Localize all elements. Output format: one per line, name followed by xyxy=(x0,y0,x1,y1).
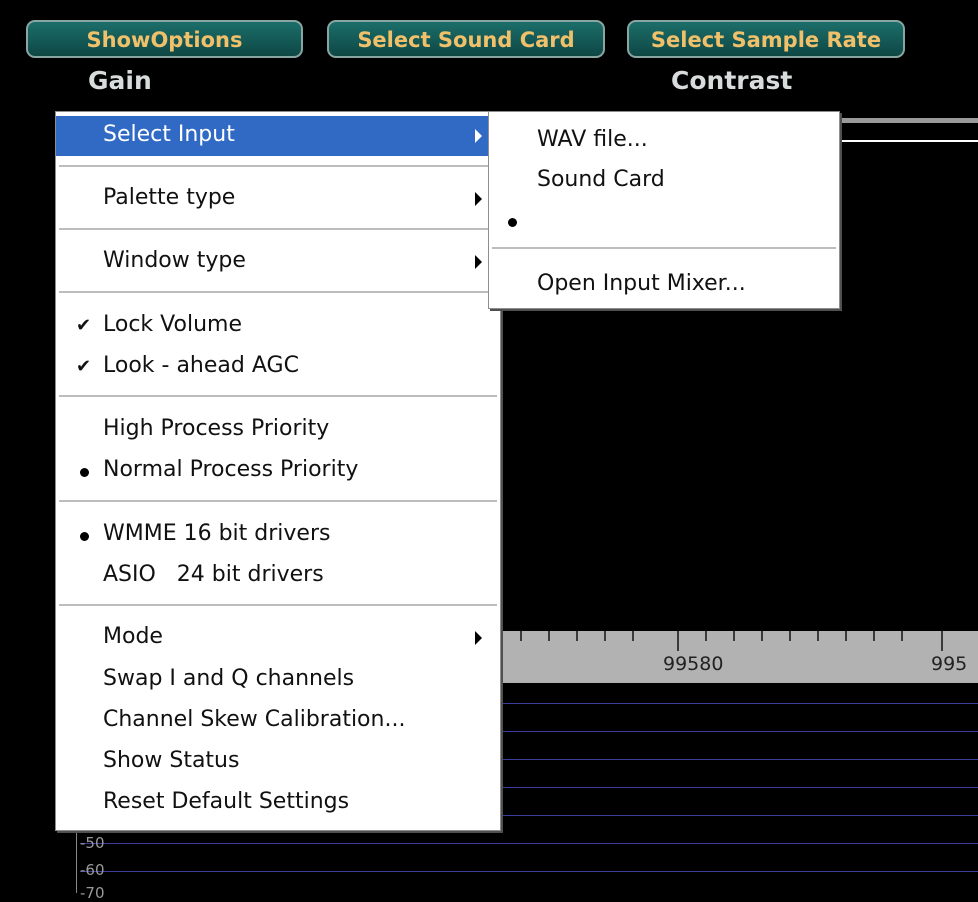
grid-line xyxy=(500,815,978,816)
context-menu: Select Input Palette type Window type ✔ … xyxy=(55,111,501,831)
grid-line xyxy=(500,731,978,732)
grid-line xyxy=(80,843,978,844)
check-icon: ✔ xyxy=(76,315,92,336)
ruler-label: 99580 xyxy=(663,653,724,675)
menu-item-wmme-drivers[interactable]: WMME 16 bit drivers xyxy=(56,515,500,555)
y-axis-label: -50 xyxy=(80,834,105,852)
menu-item-look-ahead-agc[interactable]: ✔ Look - ahead AGC xyxy=(56,347,500,387)
menu-separator xyxy=(59,500,497,502)
menu-item-reset-defaults[interactable]: Reset Default Settings xyxy=(56,783,500,823)
select-sound-card-button[interactable]: Select Sound Card xyxy=(327,20,605,58)
menu-item-select-input[interactable]: Select Input xyxy=(56,116,500,156)
ruler-tick xyxy=(520,631,522,641)
submenu-item-open-mixer[interactable]: Open Input Mixer... xyxy=(489,265,839,305)
grid-line xyxy=(500,703,978,704)
menu-separator xyxy=(59,291,497,293)
menu-separator xyxy=(59,395,497,397)
ruler-tick xyxy=(705,631,707,641)
check-icon: ✔ xyxy=(76,356,92,377)
grid-line xyxy=(500,787,978,788)
menu-item-normal-priority[interactable]: Normal Process Priority xyxy=(56,451,500,491)
menu-item-palette-type[interactable]: Palette type xyxy=(56,179,500,219)
submenu-item-selected[interactable] xyxy=(489,201,839,241)
menu-item-mode[interactable]: Mode xyxy=(56,618,500,658)
ruler-tick xyxy=(789,631,791,641)
menu-item-lock-volume[interactable]: ✔ Lock Volume xyxy=(56,306,500,346)
menu-separator xyxy=(59,604,497,606)
contrast-slider-track[interactable] xyxy=(838,118,978,123)
y-axis-label: -60 xyxy=(80,861,105,879)
submenu-arrow-icon xyxy=(475,631,482,645)
submenu-item-wav-file[interactable]: WAV file... xyxy=(489,121,839,161)
ruler-tick xyxy=(576,631,578,641)
ruler-tick xyxy=(632,631,634,641)
y-axis-label: -70 xyxy=(80,884,105,902)
spectrum-y-axis xyxy=(76,832,77,893)
ruler-tick xyxy=(845,631,847,641)
radio-dot-icon xyxy=(80,468,89,477)
ruler-tick xyxy=(873,631,875,641)
select-input-submenu: WAV file... Sound Card Open Input Mixer.… xyxy=(488,111,840,309)
menu-item-skew-calibration[interactable]: Channel Skew Calibration... xyxy=(56,701,500,741)
menu-item-high-priority[interactable]: High Process Priority xyxy=(56,410,500,450)
ruler-tick xyxy=(677,631,679,651)
radio-dot-icon xyxy=(508,218,517,227)
menu-separator xyxy=(59,228,497,230)
ruler-tick xyxy=(901,631,903,641)
show-options-button[interactable]: ShowOptions xyxy=(26,20,303,58)
radio-dot-icon xyxy=(80,532,89,541)
menu-item-show-status[interactable]: Show Status xyxy=(56,742,500,782)
grid-line xyxy=(500,759,978,760)
menu-separator xyxy=(59,165,497,167)
ruler-tick xyxy=(548,631,550,641)
contrast-label: Contrast xyxy=(671,66,793,95)
ruler-tick xyxy=(941,631,943,651)
ruler-label: 995 xyxy=(931,653,968,675)
grid-line xyxy=(80,871,978,872)
waterfall-top-line xyxy=(838,140,978,142)
submenu-item-sound-card[interactable]: Sound Card xyxy=(489,161,839,201)
ruler-tick xyxy=(604,631,606,641)
submenu-arrow-icon xyxy=(475,192,482,206)
frequency-ruler: 99580 995 xyxy=(500,631,978,683)
menu-item-asio-drivers[interactable]: ASIO 24 bit drivers xyxy=(56,556,500,596)
submenu-arrow-icon xyxy=(475,255,482,269)
menu-separator xyxy=(492,247,836,249)
select-sample-rate-button[interactable]: Select Sample Rate xyxy=(627,20,905,58)
menu-item-window-type[interactable]: Window type xyxy=(56,242,500,282)
ruler-tick xyxy=(733,631,735,641)
menu-item-swap-iq[interactable]: Swap I and Q channels xyxy=(56,660,500,700)
submenu-arrow-icon xyxy=(475,129,482,143)
ruler-tick xyxy=(761,631,763,641)
ruler-tick xyxy=(817,631,819,641)
gain-label: Gain xyxy=(88,66,152,95)
